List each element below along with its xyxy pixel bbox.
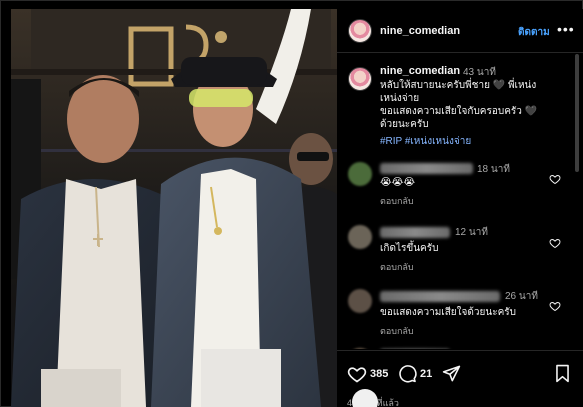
caption-timestamp[interactable]: 43 นาที bbox=[463, 65, 496, 80]
comment-avatar[interactable] bbox=[348, 225, 372, 249]
caption-avatar[interactable] bbox=[348, 67, 372, 91]
comment-avatar[interactable] bbox=[348, 289, 372, 313]
caption-username[interactable]: nine_comedian bbox=[380, 65, 460, 77]
comments-list: nine_comedian 43 นาที หลับให้สบายนะครับพ… bbox=[337, 54, 583, 349]
comments-count[interactable]: 21 bbox=[420, 368, 432, 380]
caption-text: หลับให้สบายนะครับพี่ชาย 🖤 พี่เหน่ง เหน่ง… bbox=[380, 79, 570, 131]
author-username[interactable]: nine_comedian bbox=[380, 25, 460, 37]
caption-line: หลับให้สบายนะครับพี่ชาย 🖤 พี่เหน่ง bbox=[380, 80, 537, 91]
comment-timestamp[interactable]: 26 นาที bbox=[505, 289, 538, 304]
caption-line: ด้วยนะครับ bbox=[380, 119, 429, 130]
post-side-panel: nine_comedian ติดตาม ••• nine_comedian 4… bbox=[337, 9, 583, 407]
follow-button[interactable]: ติดตาม bbox=[518, 25, 550, 40]
comment-username-blurred[interactable] bbox=[380, 227, 450, 238]
comment-text: ขอแสดงความเสียใจด้วยนะครับ bbox=[380, 307, 516, 318]
like-comment-heart-icon[interactable] bbox=[549, 173, 561, 185]
author-avatar[interactable] bbox=[348, 19, 372, 43]
like-heart-icon[interactable] bbox=[347, 364, 367, 384]
comment-avatar[interactable] bbox=[348, 348, 372, 349]
comment-username-blurred[interactable] bbox=[380, 291, 500, 302]
post-dialog: nine_comedian ติดตาม ••• nine_comedian 4… bbox=[0, 0, 583, 407]
comment-text: เกิดไรขึ้นครับ bbox=[380, 243, 439, 254]
like-comment-heart-icon[interactable] bbox=[549, 237, 561, 249]
more-horizontal-icon[interactable]: ••• bbox=[557, 21, 575, 37]
caption-line: ขอแสดงความเสียใจกับครอบครัว 🖤 bbox=[380, 106, 538, 117]
comment-text: 😭😭😭 bbox=[380, 177, 416, 188]
caption-line: เหน่งจ่าย bbox=[380, 93, 420, 104]
likes-count[interactable]: 385 bbox=[370, 368, 388, 380]
photo-illustration bbox=[11, 9, 337, 407]
comment-timestamp[interactable]: 18 นาที bbox=[477, 162, 510, 177]
comment-avatar[interactable] bbox=[348, 162, 372, 186]
reply-button[interactable]: ตอบกลับ bbox=[380, 324, 414, 338]
post-header: nine_comedian ติดตาม ••• bbox=[337, 9, 583, 53]
comment-bubble-icon[interactable] bbox=[398, 364, 417, 383]
comment-timestamp[interactable]: 12 นาที bbox=[455, 225, 488, 240]
post-image[interactable] bbox=[11, 9, 337, 407]
comment-username-blurred[interactable] bbox=[380, 163, 473, 174]
reply-button[interactable]: ตอบกลับ bbox=[380, 260, 414, 274]
save-bookmark-icon[interactable] bbox=[554, 364, 571, 383]
share-send-icon[interactable] bbox=[442, 364, 461, 383]
caption-hashtags[interactable]: #RIP #เหน่งเหน่งจ่าย bbox=[380, 134, 471, 149]
reply-button[interactable]: ตอบกลับ bbox=[380, 194, 414, 208]
like-comment-heart-icon[interactable] bbox=[549, 300, 561, 312]
